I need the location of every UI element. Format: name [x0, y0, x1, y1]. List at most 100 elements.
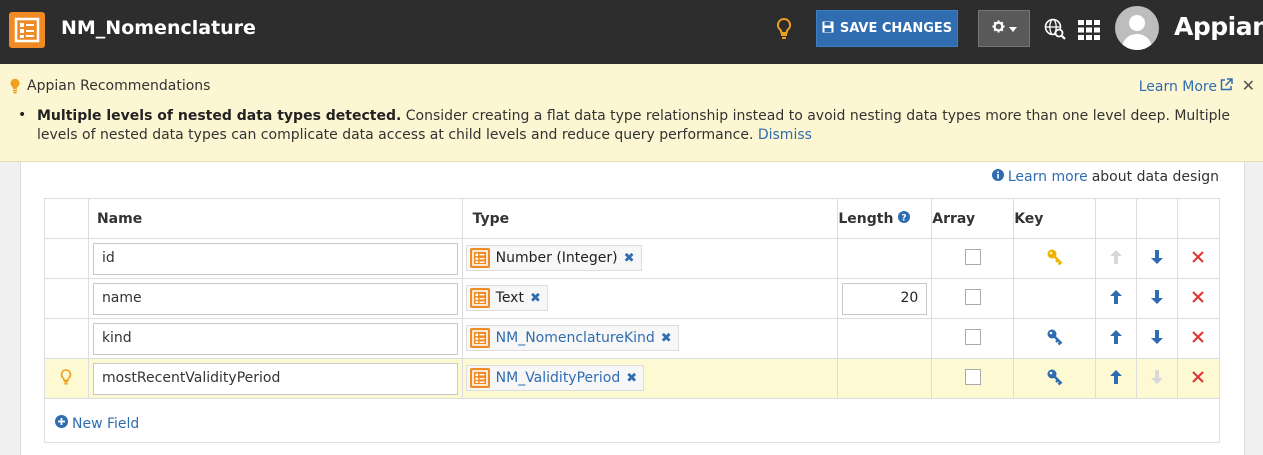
move-up-cell: [1095, 238, 1138, 279]
banner-title: Appian Recommendations: [27, 78, 211, 94]
header-name: Name: [87, 198, 463, 239]
remove-type-icon[interactable]: ✖: [624, 251, 635, 266]
length-input[interactable]: 20: [842, 282, 928, 315]
save-icon: [822, 21, 834, 37]
header-indicator: [44, 198, 89, 239]
new-field-link[interactable]: New Field: [55, 415, 139, 432]
table-row: name Text ✖ 20: [44, 278, 1221, 319]
dismiss-link[interactable]: Dismiss: [758, 127, 812, 143]
delete-icon[interactable]: [1192, 370, 1205, 387]
key-cell: [1013, 238, 1097, 279]
field-name-cell: name: [87, 278, 463, 319]
field-type-cell: Text ✖: [461, 278, 839, 319]
foreign-key-icon[interactable]: [1046, 329, 1064, 350]
array-cell: [931, 278, 1015, 319]
svg-text:?: ?: [902, 213, 907, 223]
left-gutter: [0, 162, 20, 455]
save-changes-button[interactable]: SAVE CHANGES: [816, 10, 958, 47]
move-up-cell: [1095, 318, 1138, 359]
settings-menu-button[interactable]: [978, 10, 1030, 47]
field-name-input[interactable]: name: [92, 282, 458, 315]
recommendations-bulb-icon[interactable]: [776, 17, 792, 44]
field-name-input[interactable]: mostRecentValidityPeriod: [92, 362, 458, 395]
lightbulb-icon[interactable]: [60, 368, 72, 389]
array-checkbox[interactable]: [964, 368, 981, 385]
appian-logo: Appian: [1174, 12, 1263, 41]
arrow-up-icon[interactable]: [1110, 369, 1123, 388]
bullet: •: [18, 107, 27, 123]
remove-type-icon[interactable]: ✖: [530, 291, 541, 306]
data-type-icon: [469, 368, 490, 388]
move-down-cell: [1136, 238, 1178, 279]
learn-more-link[interactable]: Learn More: [1139, 78, 1233, 95]
field-name-cell: kind: [87, 318, 463, 359]
header-length: Length ?: [837, 198, 933, 239]
header-length-label: Length: [838, 210, 894, 227]
move-down-cell: [1136, 318, 1178, 359]
gear-icon: [991, 20, 1005, 37]
foreign-key-icon[interactable]: [1046, 369, 1064, 390]
array-checkbox[interactable]: [964, 328, 981, 345]
length-cell: 20: [837, 278, 933, 319]
plus-circle-icon: [55, 415, 68, 432]
right-gutter: [1245, 162, 1263, 455]
globe-search-icon[interactable]: [1044, 18, 1066, 44]
new-field-label: New Field: [72, 415, 140, 432]
length-cell: [837, 318, 933, 359]
type-pill: Number (Integer) ✖: [465, 245, 642, 271]
array-checkbox[interactable]: [964, 288, 981, 305]
learn-more-label: Learn More: [1138, 78, 1217, 95]
top-bar: NM_Nomenclature SAVE CHANGES Appian: [0, 0, 1263, 64]
header-move-up: [1095, 198, 1138, 239]
array-cell: [931, 238, 1015, 279]
array-checkbox[interactable]: [964, 248, 981, 265]
length-cell: [837, 238, 933, 279]
delete-icon[interactable]: [1192, 290, 1205, 307]
key-cell: [1013, 278, 1097, 319]
app-grid-icon[interactable]: [1078, 20, 1100, 44]
arrow-up-icon[interactable]: [1110, 289, 1123, 308]
learn-more-data-design-link[interactable]: Learn more: [1008, 169, 1088, 185]
user-avatar[interactable]: [1115, 6, 1159, 50]
move-up-cell: [1095, 278, 1138, 319]
arrow-down-icon: [1151, 369, 1164, 388]
header-array: Array: [931, 198, 1015, 239]
delete-icon[interactable]: [1192, 250, 1205, 267]
arrow-up-icon[interactable]: [1110, 329, 1123, 348]
delete-cell: [1176, 278, 1221, 319]
arrow-down-icon[interactable]: [1151, 289, 1164, 308]
delete-cell: [1176, 318, 1221, 359]
delete-icon[interactable]: [1192, 330, 1205, 347]
primary-key-icon[interactable]: [1046, 249, 1064, 270]
field-name-input[interactable]: id: [92, 242, 458, 275]
lightbulb-icon: [9, 78, 21, 98]
recommendation-headline: Multiple levels of nested data types det…: [37, 108, 402, 124]
type-link[interactable]: NM_ValidityPeriod: [496, 370, 621, 386]
help-icon[interactable]: ?: [898, 210, 911, 227]
row-indicator: [44, 358, 89, 399]
close-banner-icon[interactable]: ✕: [1242, 76, 1255, 95]
delete-cell: [1176, 238, 1221, 279]
move-down-cell: [1136, 358, 1178, 399]
fields-table: Name Type Length ? Array Key id Number (…: [44, 198, 1221, 399]
remove-type-icon[interactable]: ✖: [626, 371, 637, 386]
row-indicator: [44, 278, 89, 319]
arrow-down-icon[interactable]: [1151, 249, 1164, 268]
data-design-help: Learn more about data design: [991, 169, 1219, 185]
data-type-icon: [469, 288, 490, 308]
move-up-cell: [1095, 358, 1138, 399]
recommendations-banner: Appian Recommendations Learn More ✕ • Mu…: [0, 64, 1263, 162]
remove-type-icon[interactable]: ✖: [661, 331, 672, 346]
field-name-input[interactable]: kind: [92, 322, 458, 355]
caret-down-icon: [1008, 21, 1017, 36]
header-type: Type: [461, 198, 839, 239]
row-indicator: [44, 238, 89, 279]
info-icon: [991, 169, 1004, 185]
external-link-icon: [1220, 78, 1233, 95]
move-down-cell: [1136, 278, 1178, 319]
arrow-down-icon[interactable]: [1151, 329, 1164, 348]
type-link[interactable]: NM_NomenclatureKind: [496, 330, 655, 346]
field-name-cell: mostRecentValidityPeriod: [87, 358, 463, 399]
type-label: Text: [495, 290, 524, 306]
field-name-cell: id: [87, 238, 463, 279]
